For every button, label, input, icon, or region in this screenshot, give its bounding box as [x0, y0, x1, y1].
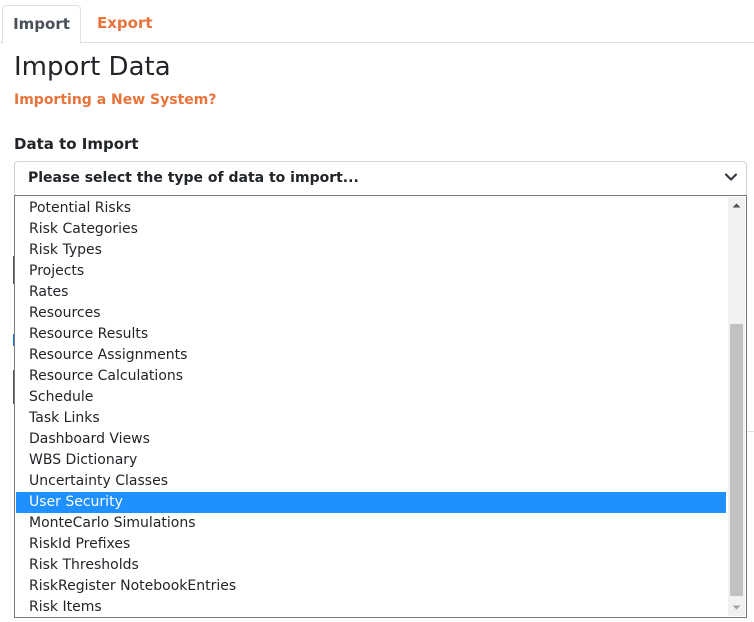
dropdown-option[interactable]: Projects: [16, 261, 726, 282]
dropdown-option[interactable]: User Security: [16, 492, 726, 513]
tab-export[interactable]: Export: [83, 5, 167, 43]
dropdown-option[interactable]: Schedule: [16, 387, 726, 408]
data-to-import-label: Data to Import: [14, 135, 139, 153]
dropdown-option[interactable]: Resource Calculations: [16, 366, 726, 387]
dropdown-option[interactable]: MonteCarlo Simulations: [16, 513, 726, 534]
dropdown-option[interactable]: Risk Categories: [16, 219, 726, 240]
tab-bar: Import Export: [0, 0, 754, 44]
dropdown-option[interactable]: Risk Items: [16, 597, 726, 617]
chevron-down-icon: [724, 173, 738, 181]
scrollbar-thumb[interactable]: [730, 324, 743, 596]
dropdown-option[interactable]: Rates: [16, 282, 726, 303]
dropdown-option[interactable]: Risk Types: [16, 240, 726, 261]
dropdown-option[interactable]: RiskRegister NotebookEntries: [16, 576, 726, 597]
new-system-link[interactable]: Importing a New System?: [14, 92, 216, 108]
dropdown-option[interactable]: Risk Thresholds: [16, 555, 726, 576]
scroll-down-icon[interactable]: [728, 599, 745, 616]
page-title: Import Data: [14, 52, 171, 82]
dropdown-option[interactable]: Resources: [16, 303, 726, 324]
scroll-up-icon[interactable]: [728, 197, 745, 214]
dropdown-option[interactable]: Dashboard Views: [16, 429, 726, 450]
dropdown-option[interactable]: Resource Assignments: [16, 345, 726, 366]
dropdown-option[interactable]: Task Links: [16, 408, 726, 429]
data-type-dropdown-list[interactable]: Potential Risks Risk Categories Risk Types…: [14, 195, 747, 618]
dropdown-scrollbar[interactable]: [728, 197, 745, 616]
dropdown-option[interactable]: WBS Dictionary: [16, 450, 726, 471]
dropdown-option[interactable]: Uncertainty Classes: [16, 471, 726, 492]
data-type-select[interactable]: Please select the type of data to import…: [14, 161, 747, 197]
dropdown-option[interactable]: Resource Results: [16, 324, 726, 345]
dropdown-option[interactable]: RiskId Prefixes: [16, 534, 726, 555]
tab-import[interactable]: Import: [2, 5, 81, 44]
dropdown-option[interactable]: Potential Risks: [16, 198, 726, 219]
select-value: Please select the type of data to import…: [28, 170, 359, 186]
